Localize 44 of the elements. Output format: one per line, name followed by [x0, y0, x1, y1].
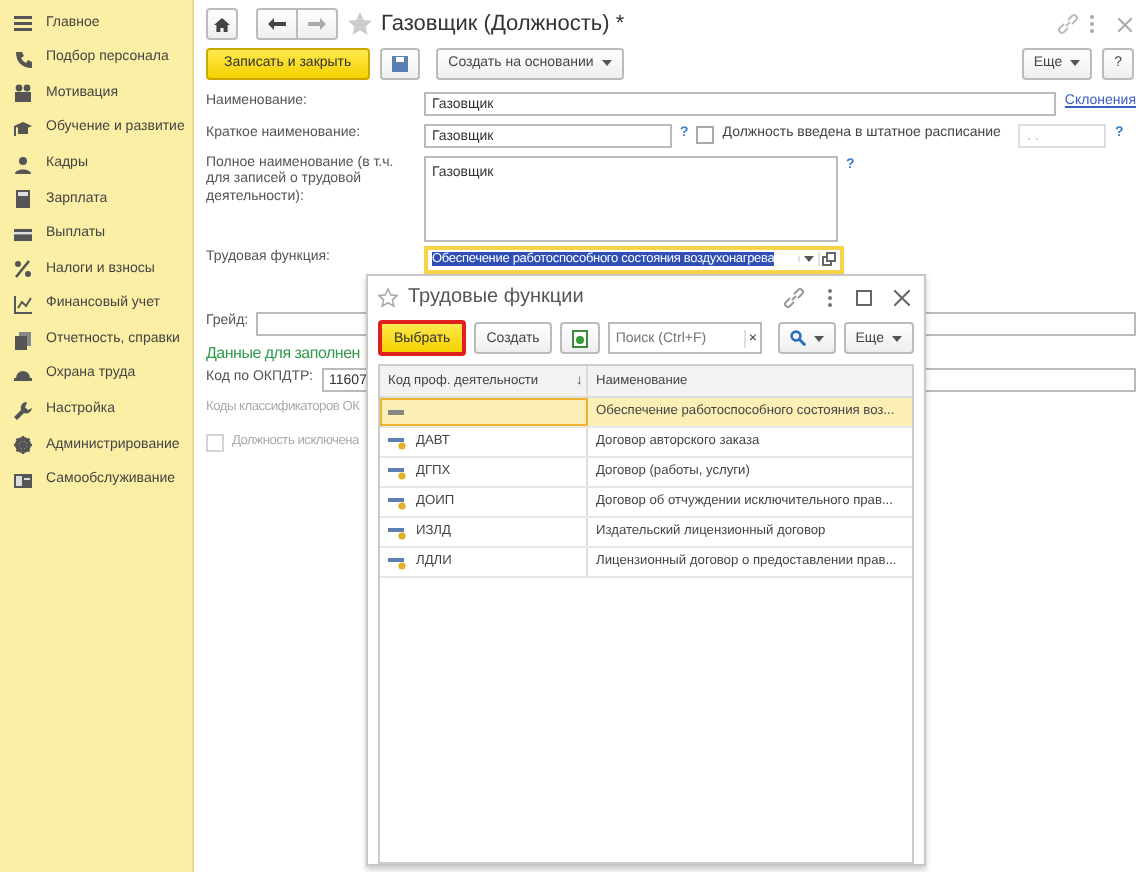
item-icon — [388, 495, 406, 509]
caret-icon — [601, 60, 612, 66]
menu-icon — [14, 14, 32, 33]
window-title: Газовщик (Должность) * — [381, 10, 625, 40]
item-icon — [388, 435, 406, 449]
open-icon[interactable] — [822, 252, 837, 266]
forward-arrow-icon — [307, 18, 325, 31]
calculator-icon — [14, 190, 32, 209]
checkbox[interactable] — [696, 126, 715, 144]
section-title: Данные для заполнен — [206, 341, 360, 363]
caret-icon — [1070, 60, 1081, 66]
save-button[interactable] — [379, 47, 420, 79]
person-icon — [14, 155, 32, 174]
dialog-title: Трудовые функции — [408, 284, 584, 312]
star-icon[interactable] — [347, 12, 371, 37]
more-options-icon[interactable] — [826, 287, 834, 307]
item-icon — [388, 465, 406, 479]
gear-icon — [14, 436, 32, 455]
close-icon[interactable] — [894, 289, 910, 305]
helmet-icon — [14, 366, 32, 385]
caret-icon — [803, 256, 814, 262]
graduation-cap-icon — [14, 120, 32, 139]
home-button[interactable] — [206, 8, 238, 41]
search-button[interactable] — [777, 322, 836, 354]
documents-icon — [14, 331, 32, 350]
phone-icon — [14, 49, 32, 68]
dash-icon — [388, 409, 404, 415]
wrench-icon — [14, 401, 32, 420]
item-icon — [388, 555, 406, 569]
people-icon — [14, 84, 32, 103]
home-icon — [214, 17, 230, 32]
search-icon — [789, 330, 806, 346]
more-options-icon[interactable] — [1088, 14, 1096, 35]
card-icon — [14, 225, 32, 244]
percent-icon — [14, 260, 32, 279]
item-icon — [388, 525, 406, 539]
link-icon[interactable] — [784, 287, 804, 307]
maximize-icon[interactable] — [856, 289, 872, 305]
back-button[interactable] — [255, 8, 297, 41]
chart-icon — [14, 296, 32, 315]
document-icon — [571, 329, 588, 347]
id-card-icon — [14, 472, 32, 491]
back-arrow-icon — [267, 18, 285, 31]
star-icon[interactable] — [378, 287, 398, 307]
